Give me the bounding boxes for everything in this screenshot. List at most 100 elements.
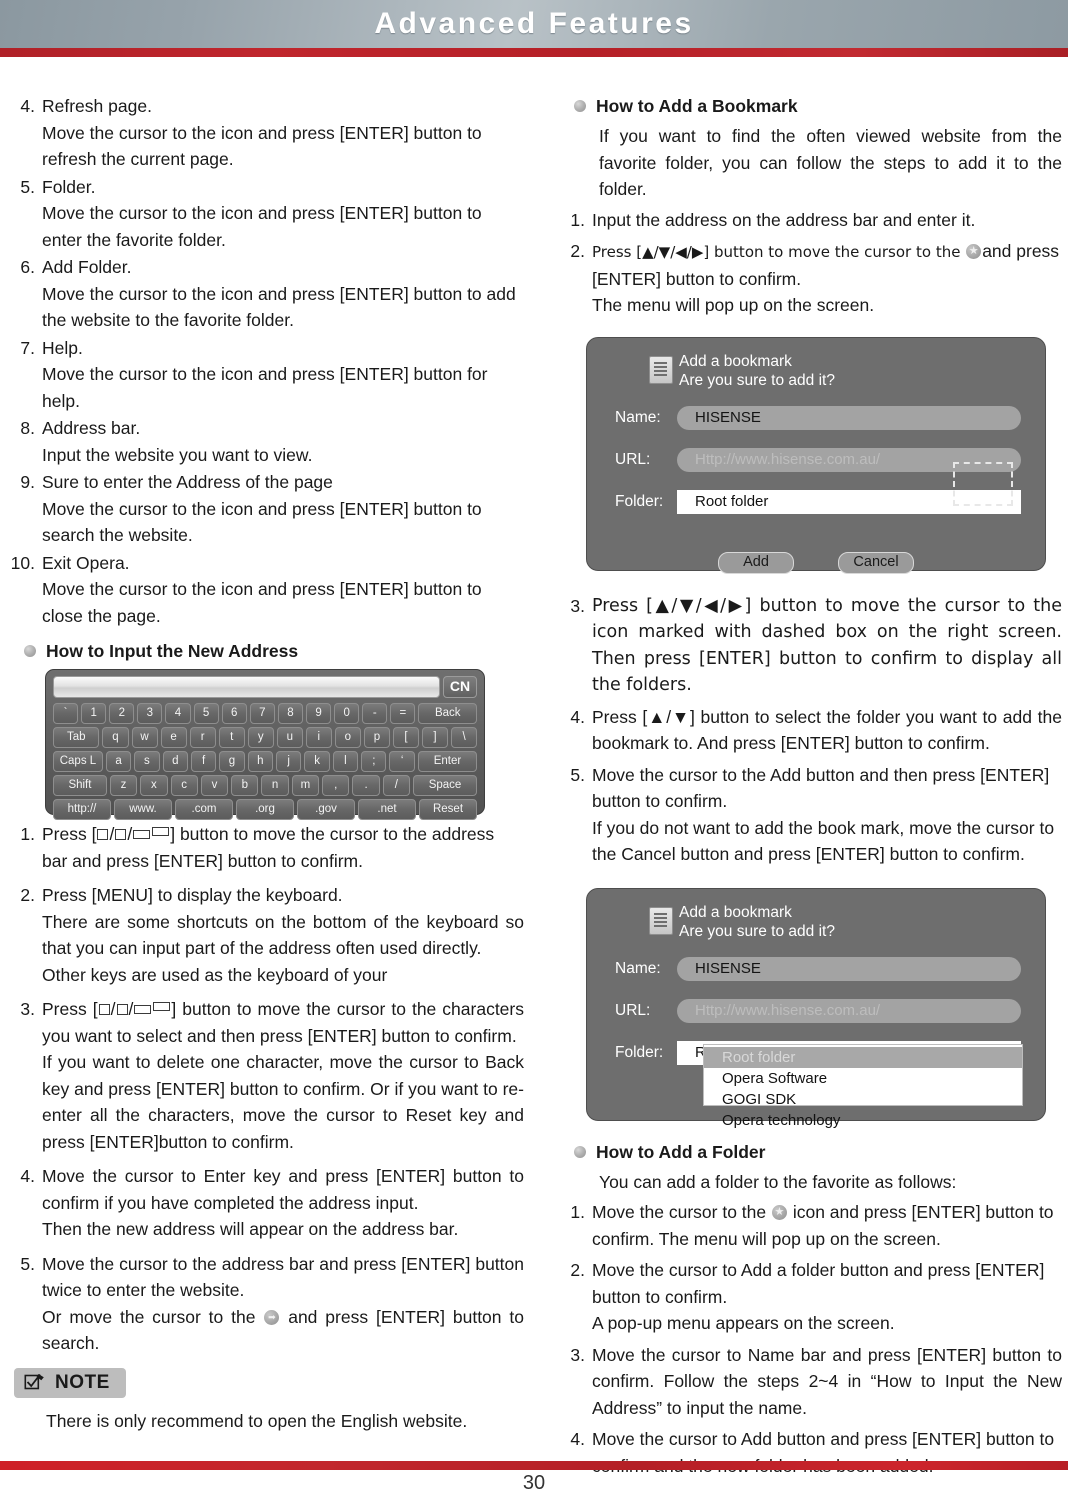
key-b[interactable]: b: [231, 775, 259, 796]
step-text: Press [/ /] button to move the cursor to …: [42, 996, 524, 1049]
key-c[interactable]: c: [170, 775, 198, 796]
key-y[interactable]: y: [247, 727, 274, 748]
add-button[interactable]: Add: [718, 551, 794, 574]
key-back[interactable]: Back: [418, 703, 478, 724]
key-a[interactable]: a: [105, 751, 132, 772]
keyboard-address-input[interactable]: [53, 676, 440, 698]
key-bracket-right[interactable]: ]: [421, 727, 449, 748]
key-m[interactable]: m: [291, 775, 320, 796]
key-reset[interactable]: Reset: [419, 799, 477, 820]
key-enter[interactable]: Enter: [417, 751, 478, 772]
key-r[interactable]: r: [189, 727, 216, 748]
key-dot-net[interactable]: .net: [358, 799, 416, 820]
key-dot-org[interactable]: .org: [236, 799, 294, 820]
key-www[interactable]: www.: [114, 799, 172, 820]
step-text: Move the cursor to Enter key and press […: [42, 1166, 524, 1213]
key-dot-gov[interactable]: .gov: [297, 799, 355, 820]
key-0[interactable]: 0: [334, 703, 360, 724]
key-9[interactable]: 9: [305, 703, 332, 724]
key-q[interactable]: q: [102, 727, 129, 748]
step-body: Move the cursor to the icon and press [E…: [592, 1199, 1062, 1252]
key-f[interactable]: f: [190, 751, 217, 772]
key-equals[interactable]: =: [390, 703, 416, 724]
dialog-title-wrap: Add a bookmark Are you sure to add it?: [679, 903, 835, 941]
key-j[interactable]: j: [276, 751, 302, 772]
step-text: Press [/ /] button to move the cursor to …: [42, 821, 524, 874]
key-http[interactable]: http://: [53, 799, 111, 820]
url-input[interactable]: Http://www.hisense.com.au/: [677, 998, 1021, 1023]
url-input[interactable]: Http://www.hisense.com.au/: [677, 447, 1021, 472]
key-8[interactable]: 8: [277, 703, 303, 724]
key-e[interactable]: e: [160, 727, 187, 748]
dialog-title-wrap: Add a bookmark Are you sure to add it?: [679, 352, 835, 390]
arrow-left-key-icon: [134, 1005, 152, 1014]
arrow-up-key-icon: [97, 829, 109, 840]
list-item-line: Move the cursor to the icon and press [E…: [42, 498, 482, 546]
key-l[interactable]: l: [332, 751, 359, 772]
onscreen-keyboard[interactable]: CN ` 1 2 3 4 5 6 7 8 9 0 - = Back Tab q …: [45, 669, 485, 820]
key-n[interactable]: n: [261, 775, 289, 796]
key-1[interactable]: 1: [81, 703, 107, 724]
key-bracket-left[interactable]: [: [392, 727, 419, 748]
key-semicolon[interactable]: ;: [361, 751, 387, 772]
sep: /: [128, 999, 134, 1019]
step-number: 1.: [570, 209, 585, 230]
key-u[interactable]: u: [276, 727, 303, 748]
add-bookmark-dialog-1[interactable]: Add a bookmark Are you sure to add it? N…: [586, 336, 1046, 574]
key-period[interactable]: .: [352, 775, 380, 796]
cancel-button[interactable]: Cancel: [838, 551, 914, 574]
key-w[interactable]: w: [131, 727, 158, 748]
key-i[interactable]: i: [305, 727, 332, 748]
key-5[interactable]: 5: [193, 703, 219, 724]
key-v[interactable]: v: [200, 775, 229, 796]
dropdown-option[interactable]: GOGI SDK: [704, 1089, 1022, 1110]
dropdown-option[interactable]: Opera Software: [704, 1068, 1022, 1089]
key-slash[interactable]: /: [382, 775, 411, 796]
key-shift[interactable]: Shift: [53, 775, 107, 796]
footer-divider: [0, 1461, 1068, 1470]
key-6[interactable]: 6: [221, 703, 247, 724]
key-caps-lock[interactable]: Caps L: [53, 751, 103, 772]
key-dot-com[interactable]: .com: [175, 799, 233, 820]
step-item: 2. Press [▲/▼/◀/▶] button to move the cu…: [558, 238, 1062, 319]
key-t[interactable]: t: [218, 727, 245, 748]
key-z[interactable]: z: [109, 775, 138, 796]
key-o[interactable]: o: [334, 727, 361, 748]
dropdown-option[interactable]: Root folder: [704, 1046, 1022, 1068]
name-input[interactable]: HISENSE: [677, 956, 1021, 981]
step-body: Move the cursor to Enter key and press […: [42, 1163, 524, 1243]
key-2[interactable]: 2: [109, 703, 135, 724]
bullet-dot-icon: [24, 645, 36, 657]
keyboard-address-row: CN: [53, 676, 477, 698]
folder-dropdown-list[interactable]: Root folder Opera Software GOGI SDK Oper…: [703, 1043, 1023, 1129]
key-backslash[interactable]: \: [451, 727, 478, 748]
key-d[interactable]: d: [162, 751, 188, 772]
key-k[interactable]: k: [304, 751, 330, 772]
step-text-with-icon: Press [▲/▼/◀/▶] button to move the curso…: [592, 238, 1062, 292]
key-apostrophe[interactable]: ‘: [389, 751, 415, 772]
folder-select[interactable]: Root folder: [677, 489, 1021, 514]
step-item: 4. Move the cursor to Enter key and pres…: [8, 1163, 524, 1243]
add-bookmark-dialog-2[interactable]: Add a bookmark Are you sure to add it? N…: [586, 887, 1046, 1129]
dropdown-option[interactable]: Opera technology: [704, 1110, 1022, 1131]
key-h[interactable]: h: [247, 751, 274, 772]
key-3[interactable]: 3: [137, 703, 163, 724]
page-number: 30: [522, 1472, 546, 1494]
list-item-title: Address bar.: [42, 418, 141, 438]
key-x[interactable]: x: [140, 775, 168, 796]
key-backtick[interactable]: `: [53, 703, 79, 724]
key-tab[interactable]: Tab: [53, 727, 100, 748]
key-minus[interactable]: -: [362, 703, 388, 724]
keyboard-language-key[interactable]: CN: [443, 676, 477, 698]
key-g[interactable]: g: [219, 751, 245, 772]
key-p[interactable]: p: [363, 727, 390, 748]
key-space[interactable]: Space: [413, 775, 478, 796]
key-comma[interactable]: ,: [322, 775, 350, 796]
name-input[interactable]: HISENSE: [677, 405, 1021, 430]
note-badge: NOTE: [14, 1367, 126, 1398]
key-s[interactable]: s: [134, 751, 160, 772]
key-7[interactable]: 7: [249, 703, 275, 724]
key-4[interactable]: 4: [165, 703, 191, 724]
